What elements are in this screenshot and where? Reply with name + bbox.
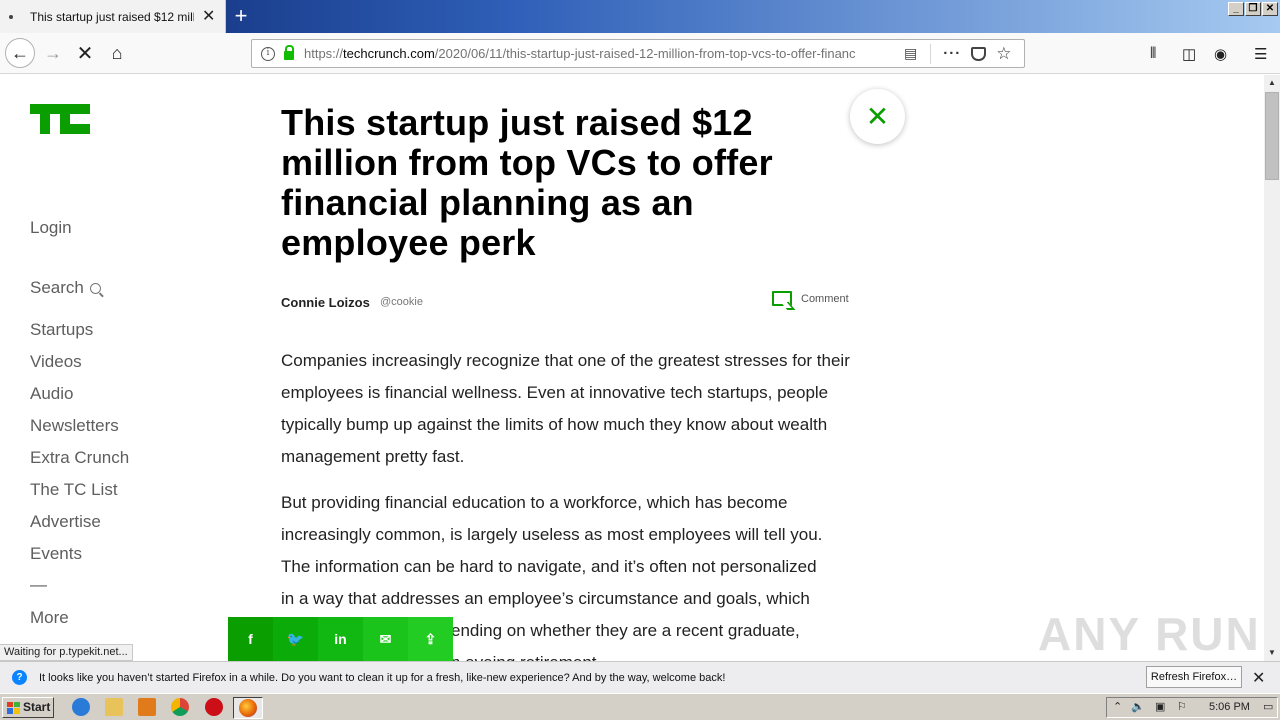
browser-tab[interactable]: This startup just raised $12 million ✕ (0, 0, 226, 33)
scroll-up-icon[interactable]: ▲ (1264, 75, 1280, 91)
article-paragraph: Companies increasingly recognize that on… (281, 351, 850, 466)
close-tab-icon[interactable]: ✕ (202, 8, 215, 25)
system-tray: ⌃ 🔈 ▣ ⚐ 5:06 PM ▭ (1106, 697, 1278, 718)
windows-flag-icon (7, 701, 20, 714)
account-icon[interactable]: ◉ (1214, 45, 1227, 63)
twitter-share-button[interactable]: 🐦 (273, 617, 318, 661)
site-info-icon[interactable]: i (261, 46, 275, 61)
opera-icon[interactable] (205, 698, 223, 716)
techcrunch-logo[interactable] (30, 104, 90, 134)
start-label: Start (23, 700, 51, 714)
nav-videos[interactable]: Videos (30, 352, 82, 372)
media-player-icon[interactable] (138, 698, 156, 716)
vertical-scrollbar[interactable]: ▲ ▼ (1264, 75, 1280, 661)
chrome-icon[interactable] (171, 698, 189, 716)
para-line: in a way that addresses an employee’s ci… (281, 589, 810, 608)
pocket-icon[interactable] (971, 46, 987, 61)
flag-icon[interactable]: ⚐ (1177, 700, 1187, 713)
start-button[interactable]: Start (2, 697, 54, 718)
back-button[interactable]: ← (5, 38, 35, 68)
loading-indicator-icon (9, 14, 13, 19)
menu-icon[interactable]: ☰ (1254, 45, 1267, 63)
nav-newsletters[interactable]: Newsletters (30, 416, 119, 436)
tab-title: This startup just raised $12 million (30, 9, 194, 24)
nav-startups[interactable]: Startups (30, 320, 93, 340)
tab-strip: This startup just raised $12 million ✕ +… (0, 0, 1280, 33)
nav-advertise[interactable]: Advertise (30, 512, 101, 532)
restore-button[interactable]: ❐ (1245, 2, 1261, 16)
refresh-firefox-button[interactable]: Refresh Firefox… (1146, 666, 1242, 688)
share-bar: f 🐦 in ✉ ⇪ (228, 617, 453, 661)
close-icon[interactable]: ✕ (850, 89, 905, 144)
anyrun-watermark: ANY RUN (1038, 608, 1261, 660)
page-content: Login Search Startups Videos Audio Newsl… (0, 75, 1264, 661)
scroll-down-icon[interactable]: ▼ (1264, 645, 1280, 661)
navigation-toolbar: ← → ✕ ⌂ i https://techcrunch.com/2020/06… (0, 33, 1280, 74)
bookmark-star-icon[interactable]: ☆ (996, 44, 1011, 64)
folder-icon[interactable] (105, 698, 123, 716)
firefox-taskbar-button[interactable] (233, 697, 263, 719)
para-line: But providing financial education to a w… (281, 493, 788, 512)
para-line: The information can be hard to navigate,… (281, 557, 817, 576)
url-text[interactable]: https://techcrunch.com/2020/06/11/this-s… (304, 46, 874, 61)
nav-more[interactable]: More (30, 608, 69, 628)
nav-tc-list[interactable]: The TC List (30, 480, 118, 500)
linkedin-share-button[interactable]: in (318, 617, 363, 661)
para-line: increasingly common, is largely useless … (281, 525, 823, 544)
login-link[interactable]: Login (30, 218, 72, 238)
nav-audio[interactable]: Audio (30, 384, 73, 404)
home-button[interactable]: ⌂ (102, 38, 132, 68)
author-handle[interactable]: @cookie (380, 296, 423, 308)
firefox-icon (239, 699, 257, 717)
notification-message: It looks like you haven’t started Firefo… (39, 671, 726, 684)
volume-icon[interactable]: 🔈 (1131, 700, 1145, 713)
scroll-thumb[interactable] (1265, 92, 1279, 180)
ie-icon[interactable] (72, 698, 90, 716)
notification-bar: ? It looks like you haven’t started Fire… (0, 661, 1280, 693)
address-bar[interactable]: i https://techcrunch.com/2020/06/11/this… (251, 39, 1025, 68)
clock: 5:06 PM (1209, 701, 1250, 713)
more-share-button[interactable]: ⇪ (408, 617, 453, 661)
comment-label: Comment (801, 292, 849, 305)
tray-expand-icon[interactable]: ⌃ (1113, 700, 1122, 713)
stop-button[interactable]: ✕ (70, 38, 100, 68)
library-icon[interactable]: ⫴ (1150, 45, 1156, 62)
article-headline: This startup just raised $12 million fro… (281, 102, 773, 263)
separator (930, 43, 932, 64)
comment-icon (772, 291, 792, 306)
new-tab-button[interactable]: + (228, 2, 254, 30)
question-icon: ? (12, 670, 27, 685)
comment-button[interactable]: Comment (772, 291, 849, 306)
window-controls: _ ❐ ✕ (1228, 2, 1278, 16)
page-actions-icon[interactable]: ··· (943, 45, 961, 62)
status-text: Waiting for p.typekit.net... (0, 644, 133, 661)
search-link[interactable]: Search (30, 278, 101, 298)
reader-view-icon[interactable]: ▤ (904, 45, 917, 62)
close-notification-icon[interactable]: ✕ (1252, 668, 1265, 688)
author-name[interactable]: Connie Loizos (281, 295, 370, 310)
show-desktop-icon[interactable]: ▭ (1263, 700, 1273, 713)
network-icon[interactable]: ▣ (1155, 700, 1165, 713)
secure-lock-icon[interactable] (284, 45, 294, 60)
nav-events[interactable]: Events (30, 544, 82, 564)
facebook-share-button[interactable]: f (228, 617, 273, 661)
search-icon (89, 283, 101, 294)
taskbar: Start ⌃ 🔈 ▣ ⚐ 5:06 PM ▭ (0, 693, 1280, 720)
nav-divider: — (30, 575, 47, 594)
sidebar-toggle-icon[interactable]: ◫ (1182, 45, 1196, 63)
nav-extra-crunch[interactable]: Extra Crunch (30, 448, 129, 468)
minimize-button[interactable]: _ (1228, 2, 1244, 16)
forward-button[interactable]: → (38, 38, 68, 68)
email-share-button[interactable]: ✉ (363, 617, 408, 661)
close-window-button[interactable]: ✕ (1262, 2, 1278, 16)
